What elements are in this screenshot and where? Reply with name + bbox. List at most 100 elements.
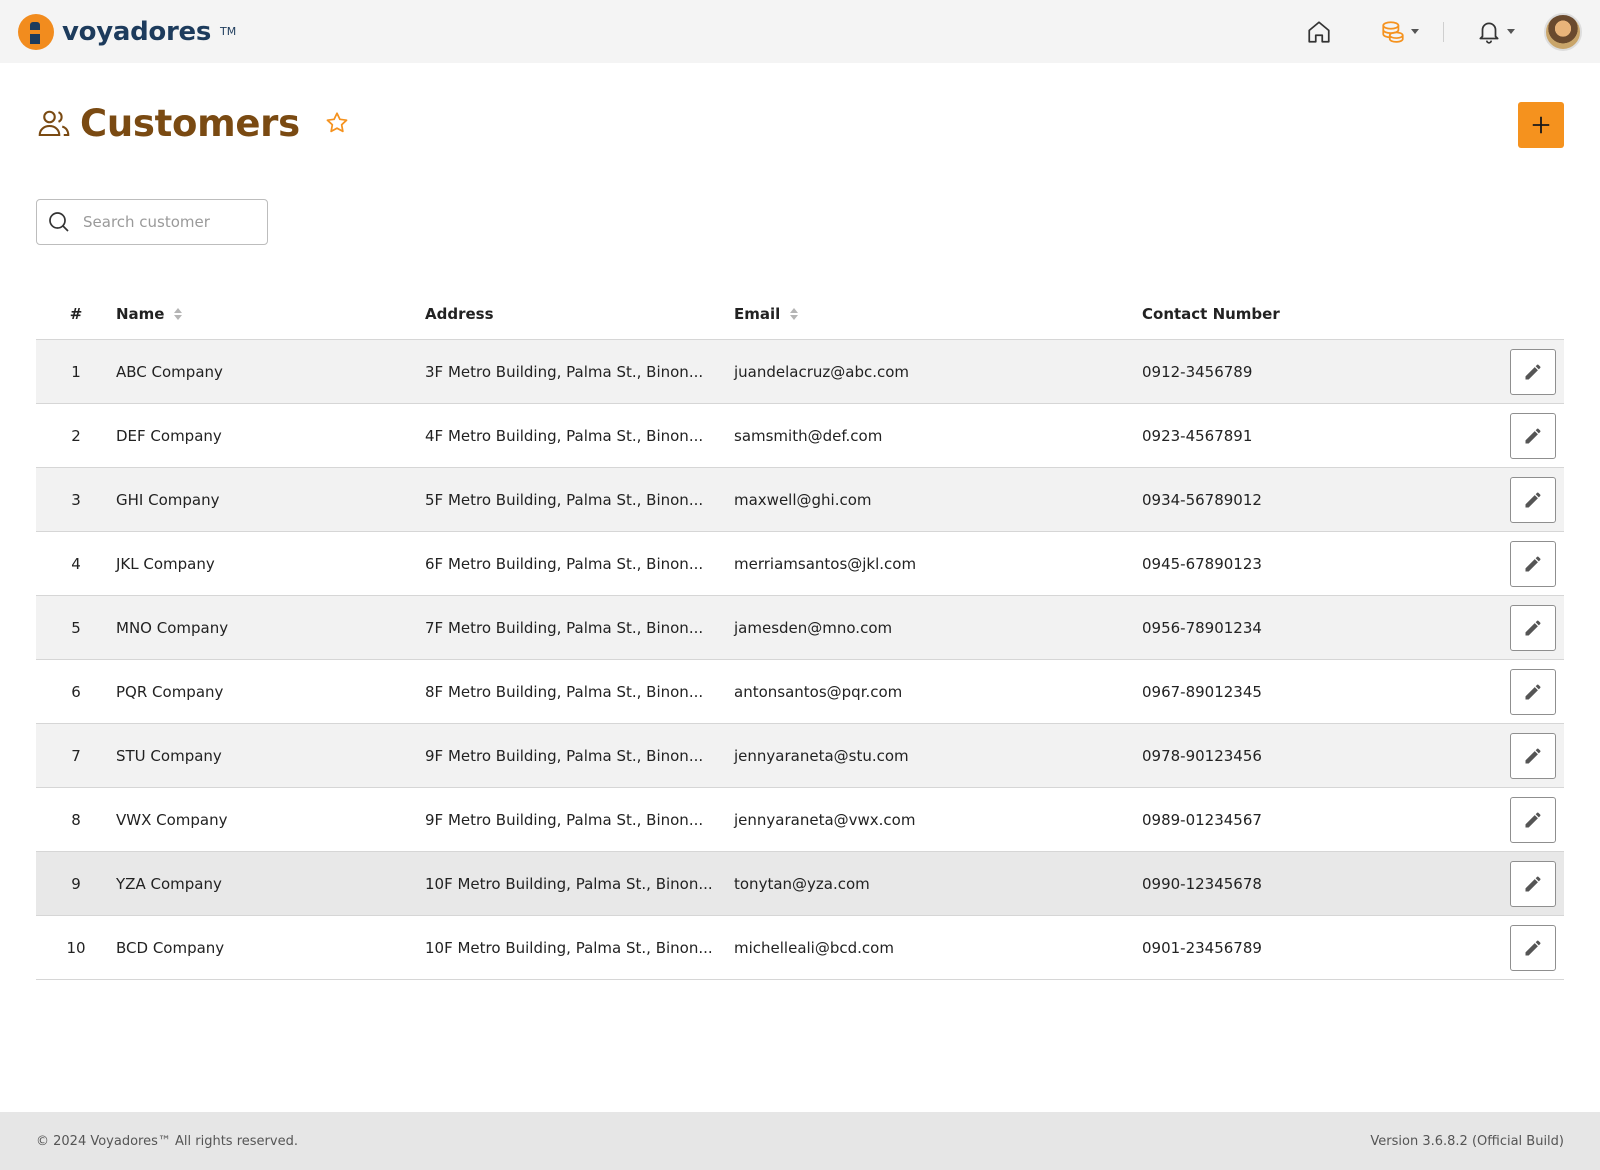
cell-num: 4 bbox=[71, 554, 81, 573]
table-row: 9 YZA Company 10F Metro Building, Palma … bbox=[36, 852, 1564, 916]
page-header: Customers bbox=[36, 100, 1564, 148]
cell-address: 10F Metro Building, Palma St., Binon... bbox=[425, 938, 713, 957]
search-icon bbox=[49, 212, 69, 232]
table-row: 8 VWX Company 9F Metro Building, Palma S… bbox=[36, 788, 1564, 852]
brand[interactable]: voyadores TM bbox=[18, 13, 237, 50]
cell-address: 9F Metro Building, Palma St., Binon... bbox=[425, 810, 704, 829]
cell-name: STU Company bbox=[116, 746, 222, 765]
sort-icon[interactable] bbox=[790, 307, 799, 320]
brand-trademark: TM bbox=[220, 25, 237, 38]
cell-address: 5F Metro Building, Palma St., Binon... bbox=[425, 490, 704, 509]
search-field[interactable] bbox=[36, 199, 268, 245]
customers-icon bbox=[38, 110, 70, 137]
avatar[interactable] bbox=[1544, 12, 1582, 51]
bell-icon bbox=[1478, 21, 1499, 44]
edit-button[interactable] bbox=[1510, 796, 1556, 843]
cell-contact: 0945-67890123 bbox=[1142, 554, 1262, 573]
edit-button[interactable] bbox=[1510, 412, 1556, 459]
column-header-email-label: Email bbox=[734, 304, 781, 323]
edit-button[interactable] bbox=[1510, 732, 1556, 779]
cell-email: maxwell@ghi.com bbox=[734, 490, 872, 509]
edit-button[interactable] bbox=[1510, 604, 1556, 651]
cell-name: BCD Company bbox=[116, 938, 225, 957]
divider bbox=[1443, 21, 1444, 42]
pencil-icon bbox=[1525, 620, 1541, 635]
cell-email: jamesden@mno.com bbox=[734, 618, 893, 637]
cell-contact: 0990-12345678 bbox=[1142, 874, 1262, 893]
cell-name: JKL Company bbox=[116, 554, 215, 573]
pencil-icon bbox=[1525, 940, 1541, 955]
table-row: 7 STU Company 9F Metro Building, Palma S… bbox=[36, 724, 1564, 788]
copyright-text: © 2024 Voyadores™ All rights reserved. bbox=[36, 1133, 298, 1149]
cell-address: 7F Metro Building, Palma St., Binon... bbox=[425, 618, 704, 637]
table-row: 3 GHI Company 5F Metro Building, Palma S… bbox=[36, 468, 1564, 532]
sort-icon[interactable] bbox=[174, 307, 183, 320]
pencil-icon bbox=[1525, 428, 1541, 443]
edit-button[interactable] bbox=[1510, 348, 1556, 395]
column-header-name-label: Name bbox=[116, 304, 165, 323]
customers-table: # Name Address Email Contact Number 1 AB… bbox=[36, 288, 1564, 980]
column-header-name[interactable]: Name bbox=[116, 305, 425, 323]
lighthouse-logo-icon bbox=[18, 13, 54, 50]
add-customer-button[interactable] bbox=[1518, 102, 1564, 148]
table-row: 4 JKL Company 6F Metro Building, Palma S… bbox=[36, 532, 1564, 596]
edit-button[interactable] bbox=[1510, 860, 1556, 907]
chevron-down-icon bbox=[1506, 29, 1515, 34]
pencil-icon bbox=[1525, 876, 1541, 891]
pencil-icon bbox=[1525, 364, 1541, 379]
cell-name: YZA Company bbox=[116, 874, 222, 893]
cell-contact: 0989-01234567 bbox=[1142, 810, 1262, 829]
cell-name: MNO Company bbox=[116, 618, 229, 637]
pencil-icon bbox=[1525, 684, 1541, 699]
column-header-address: Address bbox=[425, 304, 494, 323]
star-icon bbox=[326, 112, 348, 133]
cell-name: ABC Company bbox=[116, 362, 223, 381]
cell-name: GHI Company bbox=[116, 490, 220, 509]
cell-address: 10F Metro Building, Palma St., Binon... bbox=[425, 874, 713, 893]
column-header-num: # bbox=[69, 304, 83, 323]
cell-num: 9 bbox=[71, 874, 81, 893]
cell-contact: 0934-56789012 bbox=[1142, 490, 1262, 509]
cell-num: 1 bbox=[71, 362, 81, 381]
table-row: 2 DEF Company 4F Metro Building, Palma S… bbox=[36, 404, 1564, 468]
cell-name: PQR Company bbox=[116, 682, 224, 701]
cell-address: 4F Metro Building, Palma St., Binon... bbox=[425, 426, 704, 445]
table-row: 6 PQR Company 8F Metro Building, Palma S… bbox=[36, 660, 1564, 724]
edit-button[interactable] bbox=[1510, 668, 1556, 715]
cell-num: 2 bbox=[71, 426, 81, 445]
plus-icon bbox=[1532, 116, 1550, 134]
cell-num: 10 bbox=[66, 938, 86, 957]
cell-email: tonytan@yza.com bbox=[734, 874, 870, 893]
edit-button[interactable] bbox=[1510, 924, 1556, 971]
search-input[interactable] bbox=[83, 213, 253, 231]
cell-address: 8F Metro Building, Palma St., Binon... bbox=[425, 682, 704, 701]
cell-contact: 0923-4567891 bbox=[1142, 426, 1253, 445]
cell-address: 3F Metro Building, Palma St., Binon... bbox=[425, 362, 704, 381]
cell-email: michelleali@bcd.com bbox=[734, 938, 894, 957]
top-nav-bar: voyadores TM bbox=[0, 0, 1600, 63]
chevron-down-icon bbox=[1410, 29, 1419, 34]
pencil-icon bbox=[1525, 492, 1541, 507]
column-header-contact: Contact Number bbox=[1142, 304, 1280, 323]
cell-email: samsmith@def.com bbox=[734, 426, 883, 445]
edit-button[interactable] bbox=[1510, 540, 1556, 587]
favorite-button[interactable] bbox=[324, 110, 350, 136]
cell-email: jennyaraneta@vwx.com bbox=[734, 810, 916, 829]
cell-num: 3 bbox=[71, 490, 81, 509]
home-button[interactable] bbox=[1299, 12, 1339, 52]
column-header-email[interactable]: Email bbox=[734, 305, 1142, 323]
pencil-icon bbox=[1525, 748, 1541, 763]
pencil-icon bbox=[1525, 812, 1541, 827]
edit-button[interactable] bbox=[1510, 476, 1556, 523]
cell-address: 6F Metro Building, Palma St., Binon... bbox=[425, 554, 704, 573]
top-actions bbox=[1299, 12, 1582, 52]
cell-contact: 0912-3456789 bbox=[1142, 362, 1253, 381]
cell-num: 8 bbox=[71, 810, 81, 829]
notifications-dropdown-button[interactable] bbox=[1472, 12, 1518, 52]
cell-contact: 0967-89012345 bbox=[1142, 682, 1262, 701]
page-title: Customers bbox=[80, 101, 300, 145]
table-row: 5 MNO Company 7F Metro Building, Palma S… bbox=[36, 596, 1564, 660]
coins-dropdown-button[interactable] bbox=[1373, 12, 1425, 52]
cell-name: VWX Company bbox=[116, 810, 228, 829]
version-text: Version 3.6.8.2 (Official Build) bbox=[1370, 1133, 1564, 1149]
